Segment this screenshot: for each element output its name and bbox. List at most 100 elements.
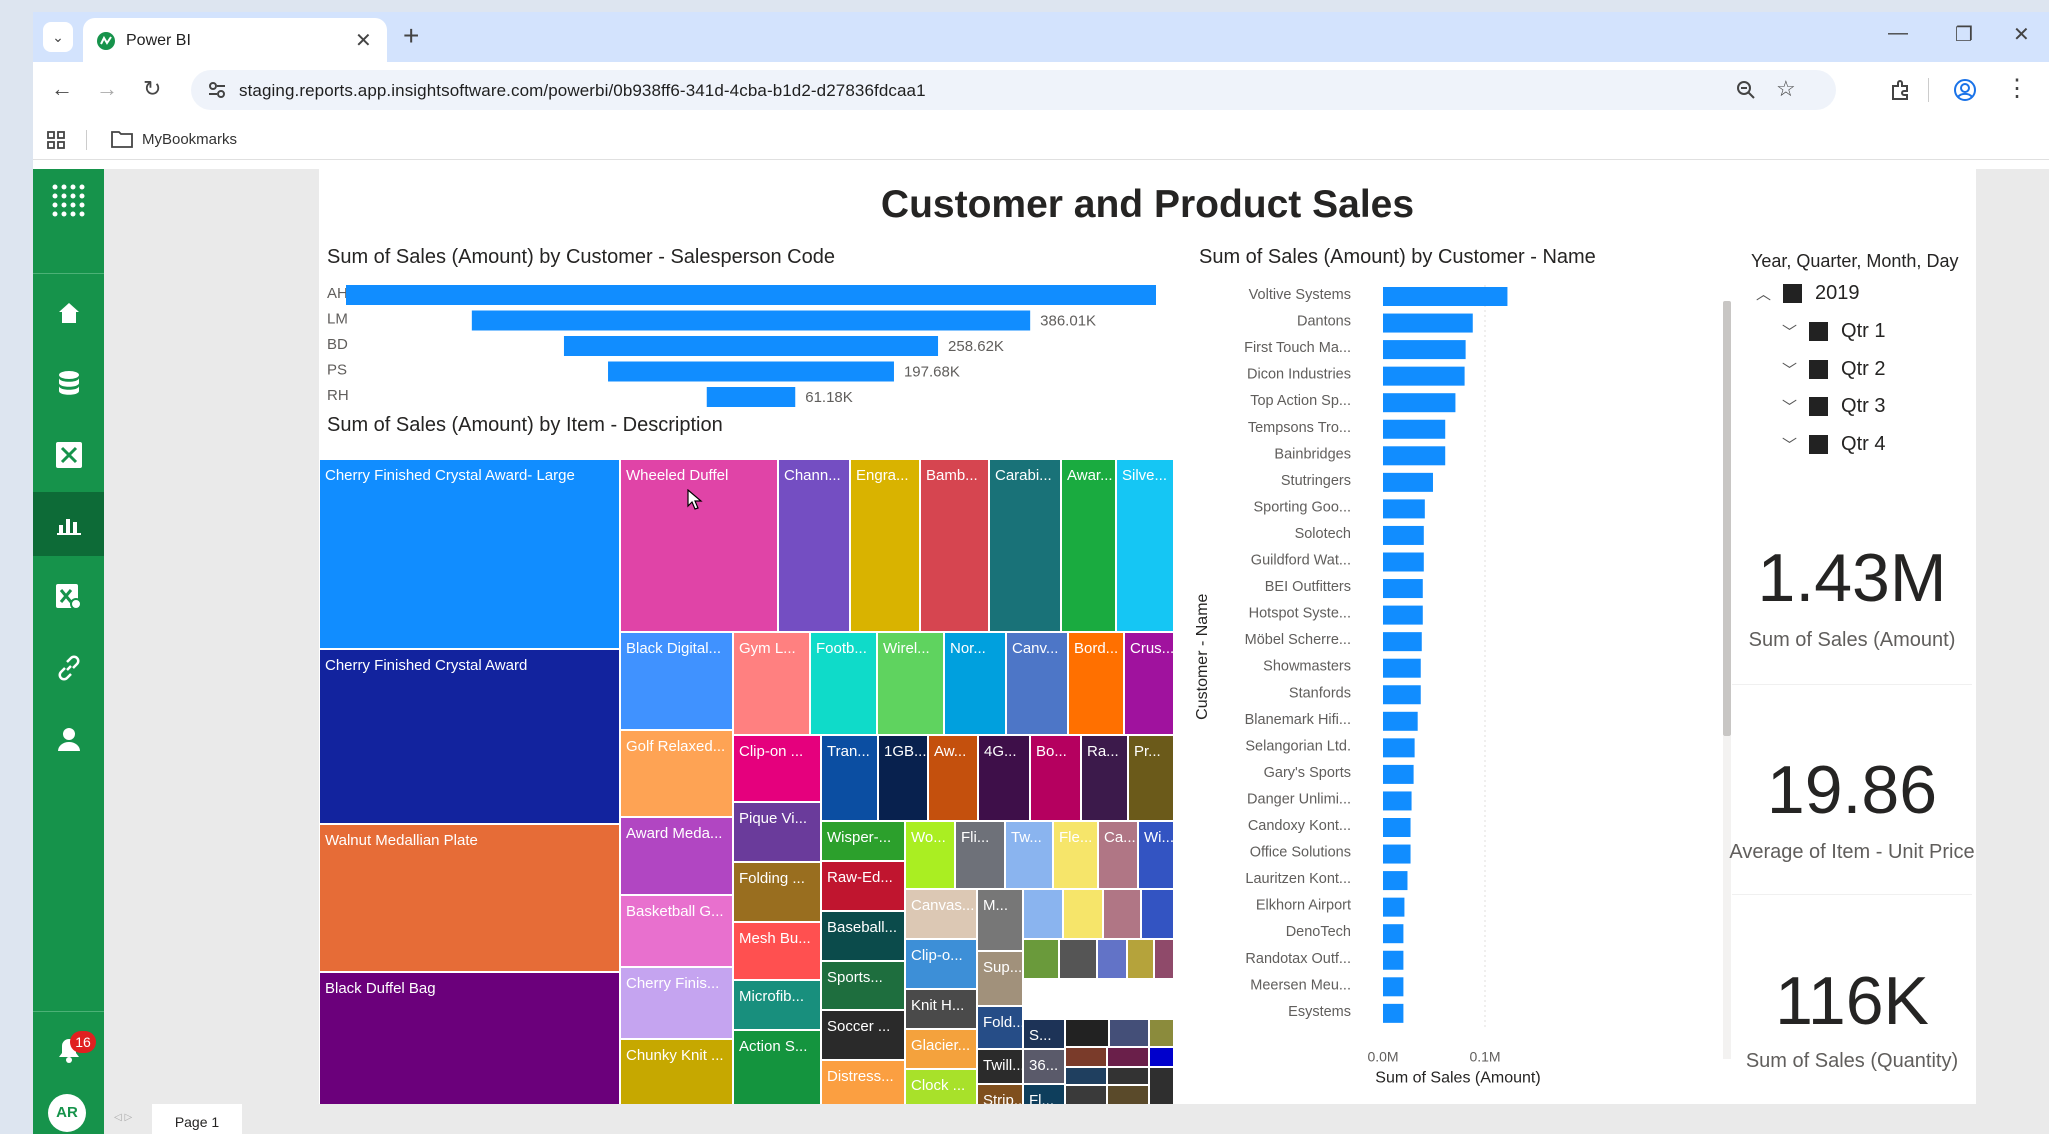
customer-bar[interactable] [1383, 446, 1446, 466]
zoom-icon[interactable] [1736, 80, 1756, 100]
treemap-tile[interactable]: Twill... [977, 1049, 1023, 1084]
tab-search-button[interactable]: ⌄ [43, 22, 73, 52]
treemap-tile[interactable] [1154, 939, 1174, 979]
treemap-tile[interactable]: Tran... [821, 735, 878, 821]
customer-bar[interactable] [1383, 685, 1421, 705]
treemap-tile[interactable]: Canv... [1006, 632, 1068, 735]
treemap-tile[interactable]: Pr... [1128, 735, 1174, 821]
treemap-tile[interactable]: Chunky Knit ... [620, 1039, 733, 1113]
customer-bar[interactable] [1383, 1003, 1404, 1023]
customer-bar[interactable] [1383, 393, 1456, 413]
slicer-checkbox[interactable] [1809, 322, 1829, 341]
customer-chart-scrollbar[interactable] [1723, 301, 1731, 736]
treemap-tile[interactable]: Wheeled Duffel [620, 459, 778, 632]
treemap-tile[interactable]: Folding ... [733, 862, 821, 922]
treemap-tile[interactable]: Cherry Finished Crystal Award [319, 649, 620, 824]
treemap-tile[interactable]: Pique Vi... [733, 802, 821, 862]
customer-bar[interactable] [1383, 552, 1424, 572]
treemap-tile[interactable]: Footb... [810, 632, 877, 735]
treemap-tile[interactable]: Soccer ... [821, 1010, 905, 1060]
slicer-item-qtr1[interactable]: ﹀ Qtr 1 [1782, 320, 1885, 343]
chevron-up-icon[interactable]: ︿ [1756, 283, 1771, 304]
customer-bar-chart[interactable]: 0.0M 0.1M Voltive Systems Dantons First Touc… [1189, 269, 1709, 1104]
excel-icon[interactable] [33, 423, 104, 487]
treemap-tile[interactable]: Cherry Finis... [620, 967, 733, 1039]
notifications-bell-icon[interactable]: 16 [33, 1025, 104, 1075]
back-icon[interactable]: ← [51, 76, 73, 102]
customer-bar[interactable] [1383, 313, 1473, 333]
treemap-tile[interactable]: Carabi... [989, 459, 1061, 632]
customer-bar[interactable] [1383, 287, 1508, 306]
treemap-tile[interactable]: Basketball G... [620, 895, 733, 967]
treemap-tile[interactable] [1065, 1019, 1109, 1047]
customer-bar[interactable] [1383, 499, 1425, 519]
treemap-tile[interactable] [1063, 889, 1103, 939]
treemap-tile[interactable]: Gym L... [733, 632, 810, 735]
salesperson-bar[interactable] [563, 336, 939, 356]
treemap-tile[interactable]: Fold... [977, 1006, 1023, 1049]
database-icon[interactable] [33, 352, 104, 416]
profile-icon[interactable] [1953, 78, 1977, 102]
link-icon[interactable] [33, 636, 104, 700]
customer-bar[interactable] [1383, 579, 1423, 599]
restore-button[interactable]: ❐ [1955, 22, 1973, 47]
slicer-item-2019[interactable]: ︿ 2019 [1756, 282, 1860, 305]
treemap-tile[interactable]: Awar... [1061, 459, 1116, 632]
customer-bar[interactable] [1383, 764, 1414, 784]
treemap-tile[interactable] [1109, 1019, 1149, 1047]
customer-bar[interactable] [1383, 738, 1415, 758]
customer-bar[interactable] [1383, 711, 1418, 731]
site-settings-icon[interactable] [207, 80, 227, 100]
treemap-tile[interactable] [1149, 1019, 1174, 1047]
treemap-tile[interactable]: Mesh Bu... [733, 922, 821, 980]
customer-bar[interactable] [1383, 924, 1404, 944]
treemap-tile[interactable] [1059, 939, 1097, 979]
home-icon[interactable] [33, 281, 104, 345]
treemap-tile[interactable]: Aw... [928, 735, 978, 821]
treemap-tile[interactable] [1107, 1047, 1149, 1067]
customer-bar[interactable] [1383, 525, 1424, 545]
treemap-tile[interactable]: Wo... [905, 821, 955, 889]
treemap-tile[interactable] [1127, 939, 1154, 979]
browser-tab[interactable]: Power BI ✕ [83, 18, 387, 62]
salesperson-bar[interactable] [706, 387, 796, 407]
close-tab-icon[interactable]: ✕ [355, 28, 372, 53]
treemap-tile[interactable]: S... [1023, 1019, 1065, 1049]
page-nav-prev-icon[interactable]: ◁ ▷ [114, 1112, 132, 1123]
treemap-tile[interactable]: Bord... [1068, 632, 1124, 735]
treemap-tile[interactable]: M... [977, 889, 1023, 951]
salesperson-bar[interactable] [608, 361, 894, 382]
treemap-tile[interactable]: Clip-o... [905, 939, 977, 989]
omnibox[interactable]: staging.reports.app.insightsoftware.com/… [191, 70, 1836, 110]
chevron-down-icon[interactable]: ﹀ [1782, 359, 1797, 380]
treemap-tile[interactable] [1107, 1067, 1149, 1085]
slicer-checkbox[interactable] [1809, 360, 1829, 379]
chevron-down-icon[interactable]: ﹀ [1782, 321, 1797, 342]
treemap-tile[interactable]: 4G... [978, 735, 1030, 821]
treemap-tile[interactable]: Black Digital... [620, 632, 733, 730]
page-tab-1[interactable]: Page 1 [152, 1104, 242, 1134]
user-icon[interactable] [33, 707, 104, 771]
treemap-tile[interactable] [1097, 939, 1127, 979]
treemap-tile[interactable]: Engra... [850, 459, 920, 632]
customer-bar[interactable] [1383, 366, 1465, 386]
treemap-tile[interactable]: Sup... [977, 951, 1023, 1006]
bookmark-star-icon[interactable]: ☆ [1776, 76, 1796, 102]
treemap-tile[interactable]: Sports... [821, 961, 905, 1010]
treemap-tile[interactable]: Award Meda... [620, 817, 733, 895]
treemap-tile[interactable]: Wi... [1138, 821, 1174, 889]
menu-kebab-icon[interactable]: ⋮ [2005, 74, 2029, 103]
forward-icon[interactable]: → [96, 76, 118, 102]
treemap-tile[interactable] [1065, 1067, 1107, 1085]
treemap-tile[interactable]: Glacier... [905, 1029, 977, 1069]
customer-bar[interactable] [1383, 340, 1466, 360]
slicer-item-qtr2[interactable]: ﹀ Qtr 2 [1782, 358, 1885, 381]
customer-bar[interactable] [1383, 605, 1423, 625]
customer-bar[interactable] [1383, 871, 1408, 891]
customer-bar[interactable] [1383, 791, 1412, 811]
reload-icon[interactable]: ↻ [143, 76, 161, 102]
customer-bar[interactable] [1383, 632, 1422, 652]
treemap-tile[interactable]: Action S... [733, 1030, 821, 1113]
treemap-tile[interactable]: Bamb... [920, 459, 989, 632]
extensions-icon[interactable] [1890, 79, 1912, 101]
